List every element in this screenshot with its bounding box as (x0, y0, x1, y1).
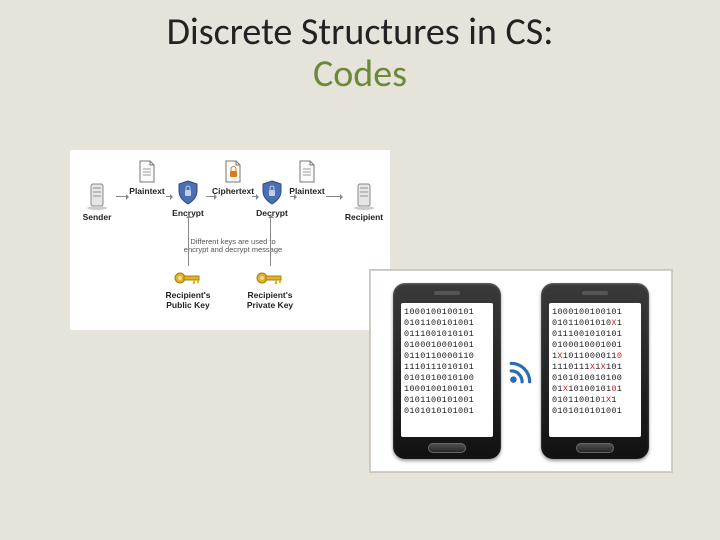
phone-sender: 1000100100101010110010100101110010101010… (393, 283, 501, 459)
phone-receiver: 100010010010101011001010X101110010101010… (541, 283, 649, 459)
private-key-label: Recipient's Private Key (242, 290, 298, 310)
plaintext-out-label: Plaintext (286, 186, 328, 196)
arrow-icon (188, 216, 189, 266)
sender-label: Sender (76, 212, 118, 222)
document-icon (296, 160, 318, 184)
phone-home-button (576, 443, 614, 453)
shield-icon (260, 180, 284, 206)
recipient-node: Recipient (342, 182, 386, 222)
arrow-icon (206, 196, 216, 197)
server-icon (83, 182, 111, 210)
phone-earpiece (582, 291, 608, 295)
different-keys-note: Different keys are used to encrypt and d… (178, 238, 288, 255)
phone-screen-binary: 1000100100101010110010100101110010101010… (401, 303, 493, 437)
public-key-label: Recipient's Public Key (160, 290, 216, 310)
key-icon (255, 268, 285, 288)
private-key-node: Recipient's Private Key (242, 268, 298, 310)
plaintext-in-node: Plaintext (126, 160, 168, 196)
locked-document-icon (222, 160, 244, 184)
document-icon (136, 160, 158, 184)
plaintext-in-label: Plaintext (126, 186, 168, 196)
arrow-icon (326, 196, 342, 197)
arrow-icon (290, 196, 296, 197)
phone-screen-binary-errors: 100010010010101011001010X101110010101010… (549, 303, 641, 437)
ciphertext-node: Ciphertext (212, 160, 254, 196)
phone-home-button (428, 443, 466, 453)
recipient-label: Recipient (342, 212, 386, 222)
arrow-icon (270, 216, 271, 266)
slide-title: Discrete Structures in CS: Codes (0, 0, 720, 96)
phones-diagram: 1000100100101010110010100101110010101010… (370, 270, 672, 472)
arrow-icon (116, 196, 128, 197)
encryption-diagram: Sender Plaintext Encrypt Ciphertext (70, 150, 390, 330)
title-line-1: Discrete Structures in CS: (0, 12, 720, 54)
public-key-node: Recipient's Public Key (160, 268, 216, 310)
sender-node: Sender (76, 182, 118, 222)
server-icon (350, 182, 378, 210)
title-line-2: Codes (0, 54, 720, 96)
arrow-icon (166, 196, 172, 197)
arrow-icon (252, 196, 258, 197)
key-icon (173, 268, 203, 288)
plaintext-out-node: Plaintext (286, 160, 328, 196)
phone-earpiece (434, 291, 460, 295)
wireless-transmit-icon (508, 359, 534, 385)
shield-icon (176, 180, 200, 206)
